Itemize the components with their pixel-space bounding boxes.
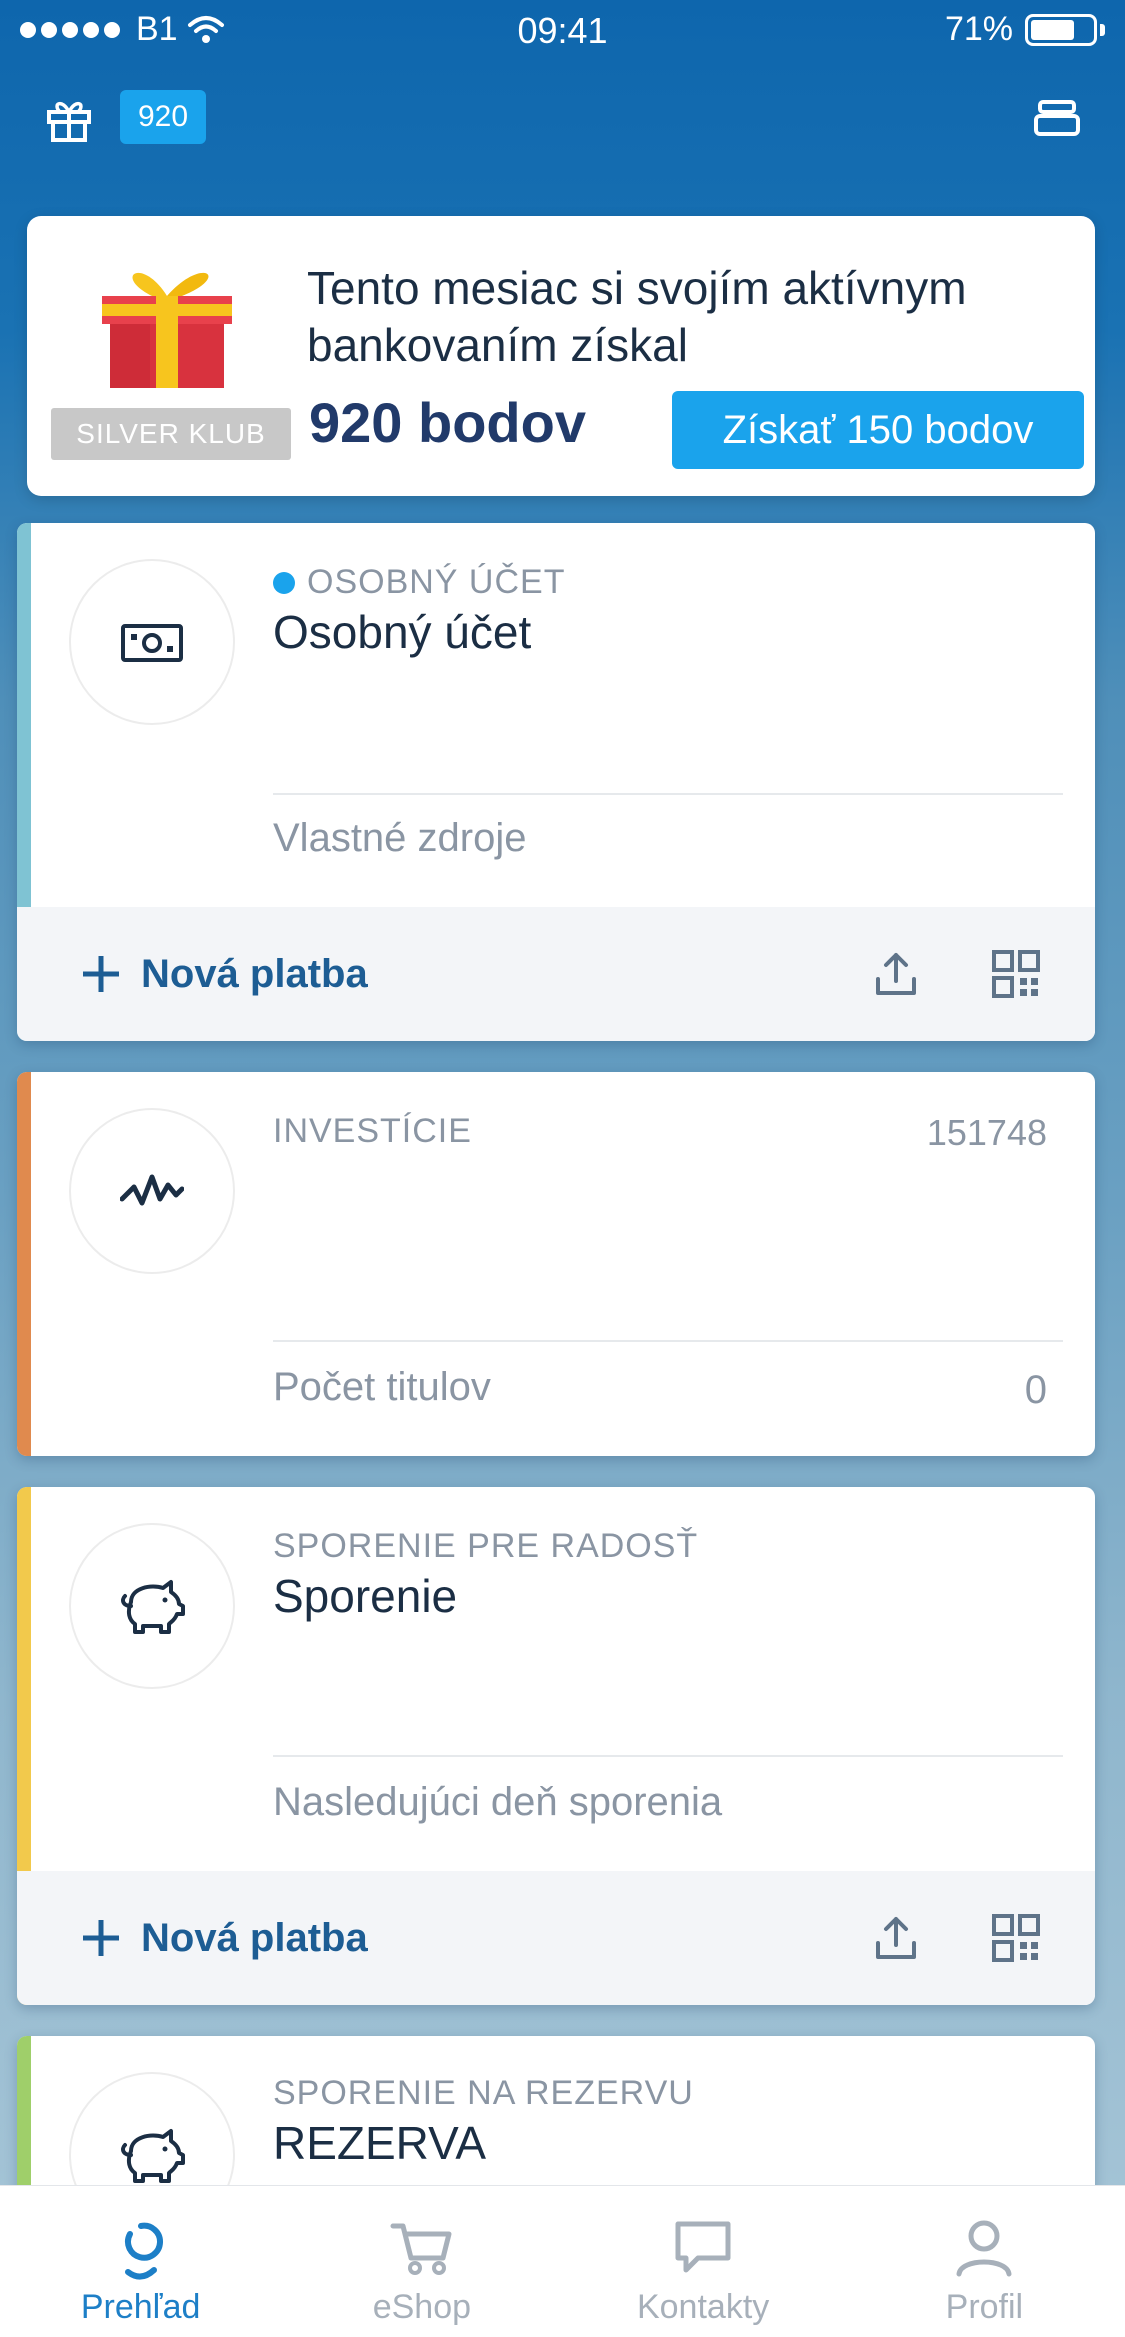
divider <box>273 1755 1063 1757</box>
account-card-investments[interactable]: INVESTÍCIE 151748 Počet titulov 0 <box>17 1072 1095 1456</box>
account-category-label: OSOBNÝ ÚČET <box>307 563 566 601</box>
account-category: SPORENIE PRE RADOSŤ <box>273 1527 698 1566</box>
person-icon <box>956 2220 1012 2277</box>
cards-switch-icon[interactable] <box>1033 94 1081 142</box>
account-category-label: INVESTÍCIE <box>273 1112 472 1150</box>
qr-code-icon[interactable] <box>991 949 1041 999</box>
battery-percent: 71% <box>944 10 1013 48</box>
account-sub-label: Vlastné zdroje <box>273 816 527 860</box>
battery-status: 71% <box>945 10 1105 49</box>
account-category-label: SPORENIE NA REZERVU <box>273 2074 694 2112</box>
promo-points: 920 bodov <box>309 391 586 454</box>
plus-icon <box>83 1920 119 1956</box>
account-name: Osobný účet <box>273 606 532 658</box>
tab-eshop[interactable]: eShop <box>281 2186 562 2337</box>
account-category-label: SPORENIE PRE RADOSŤ <box>273 1527 699 1565</box>
share-icon[interactable] <box>872 1913 920 1963</box>
account-actions-bar: Nová platba <box>17 1871 1095 2005</box>
new-payment-label: Nová platba <box>141 951 368 996</box>
tab-profile[interactable]: Profil <box>844 2186 1125 2337</box>
account-name: REZERVA <box>273 2117 487 2169</box>
battery-icon <box>1025 13 1097 46</box>
tab-contacts[interactable]: Kontakty <box>563 2186 844 2337</box>
new-payment-label: Nová platba <box>141 1915 368 1960</box>
share-icon[interactable] <box>872 949 920 999</box>
account-card-personal[interactable]: OSOBNÝ ÚČET Osobný účet Vlastné zdroje N… <box>17 523 1095 1041</box>
account-category: INVESTÍCIE <box>273 1112 472 1151</box>
chat-bubble-icon <box>675 2221 731 2273</box>
overview-icon <box>124 2222 163 2280</box>
club-badge: SILVER KLUB <box>51 408 291 460</box>
rewards-promo-card: SILVER KLUB Tento mesiac si svojím aktív… <box>27 216 1095 496</box>
new-payment-button[interactable]: Nová platba <box>79 907 368 1041</box>
tab-overview[interactable]: Prehľad <box>0 2186 281 2337</box>
divider <box>273 793 1063 795</box>
account-card-savings[interactable]: SPORENIE PRE RADOSŤ Sporenie Nasledujúci… <box>17 1487 1095 2005</box>
plus-icon <box>83 956 119 992</box>
account-name: Sporenie <box>273 1570 458 1622</box>
bottom-tab-bar: Prehľad eShop Kontakty Profil <box>0 2185 1125 2337</box>
new-payment-button[interactable]: Nová platba <box>79 1871 368 2005</box>
account-sub-label: Nasledujúci deň sporenia <box>273 1780 723 1824</box>
top-bar: 920 <box>0 80 1125 150</box>
investment-value: 151748 <box>926 1112 1047 1153</box>
titles-count: 0 <box>1024 1368 1047 1412</box>
cart-icon <box>390 2223 452 2275</box>
tab-label: eShop <box>372 2288 472 2326</box>
status-dot <box>273 571 295 594</box>
piggy-bank-icon <box>121 2129 185 2183</box>
status-bar: B1 09:41 71% <box>0 0 1125 60</box>
gift-box-icon <box>102 272 232 388</box>
qr-code-icon[interactable] <box>991 1913 1041 1963</box>
account-category: OSOBNÝ ÚČET <box>273 563 565 602</box>
card-accent-bar <box>17 1072 31 1456</box>
account-actions-bar: Nová platba <box>17 907 1095 1041</box>
account-sub-label: Počet titulov <box>273 1365 491 1409</box>
tab-label: Profil <box>945 2288 1024 2326</box>
divider <box>273 1340 1063 1342</box>
points-badge[interactable]: 920 <box>120 90 207 144</box>
gift-icon[interactable] <box>44 94 94 144</box>
piggy-bank-icon <box>121 1580 185 1634</box>
promo-message: Tento mesiac si svojím aktívnym bankovan… <box>307 262 967 371</box>
banknote-icon <box>121 624 183 662</box>
tab-label: Kontakty <box>636 2288 770 2326</box>
pulse-chart-icon <box>120 1174 184 1206</box>
account-icon-wrapper <box>69 1523 235 1689</box>
tab-label: Prehľad <box>80 2288 201 2326</box>
account-category: SPORENIE NA REZERVU <box>273 2074 694 2113</box>
earn-points-button[interactable]: Získať 150 bodov <box>672 391 1084 469</box>
account-icon-wrapper <box>69 1108 235 1274</box>
account-icon-wrapper <box>69 559 235 725</box>
